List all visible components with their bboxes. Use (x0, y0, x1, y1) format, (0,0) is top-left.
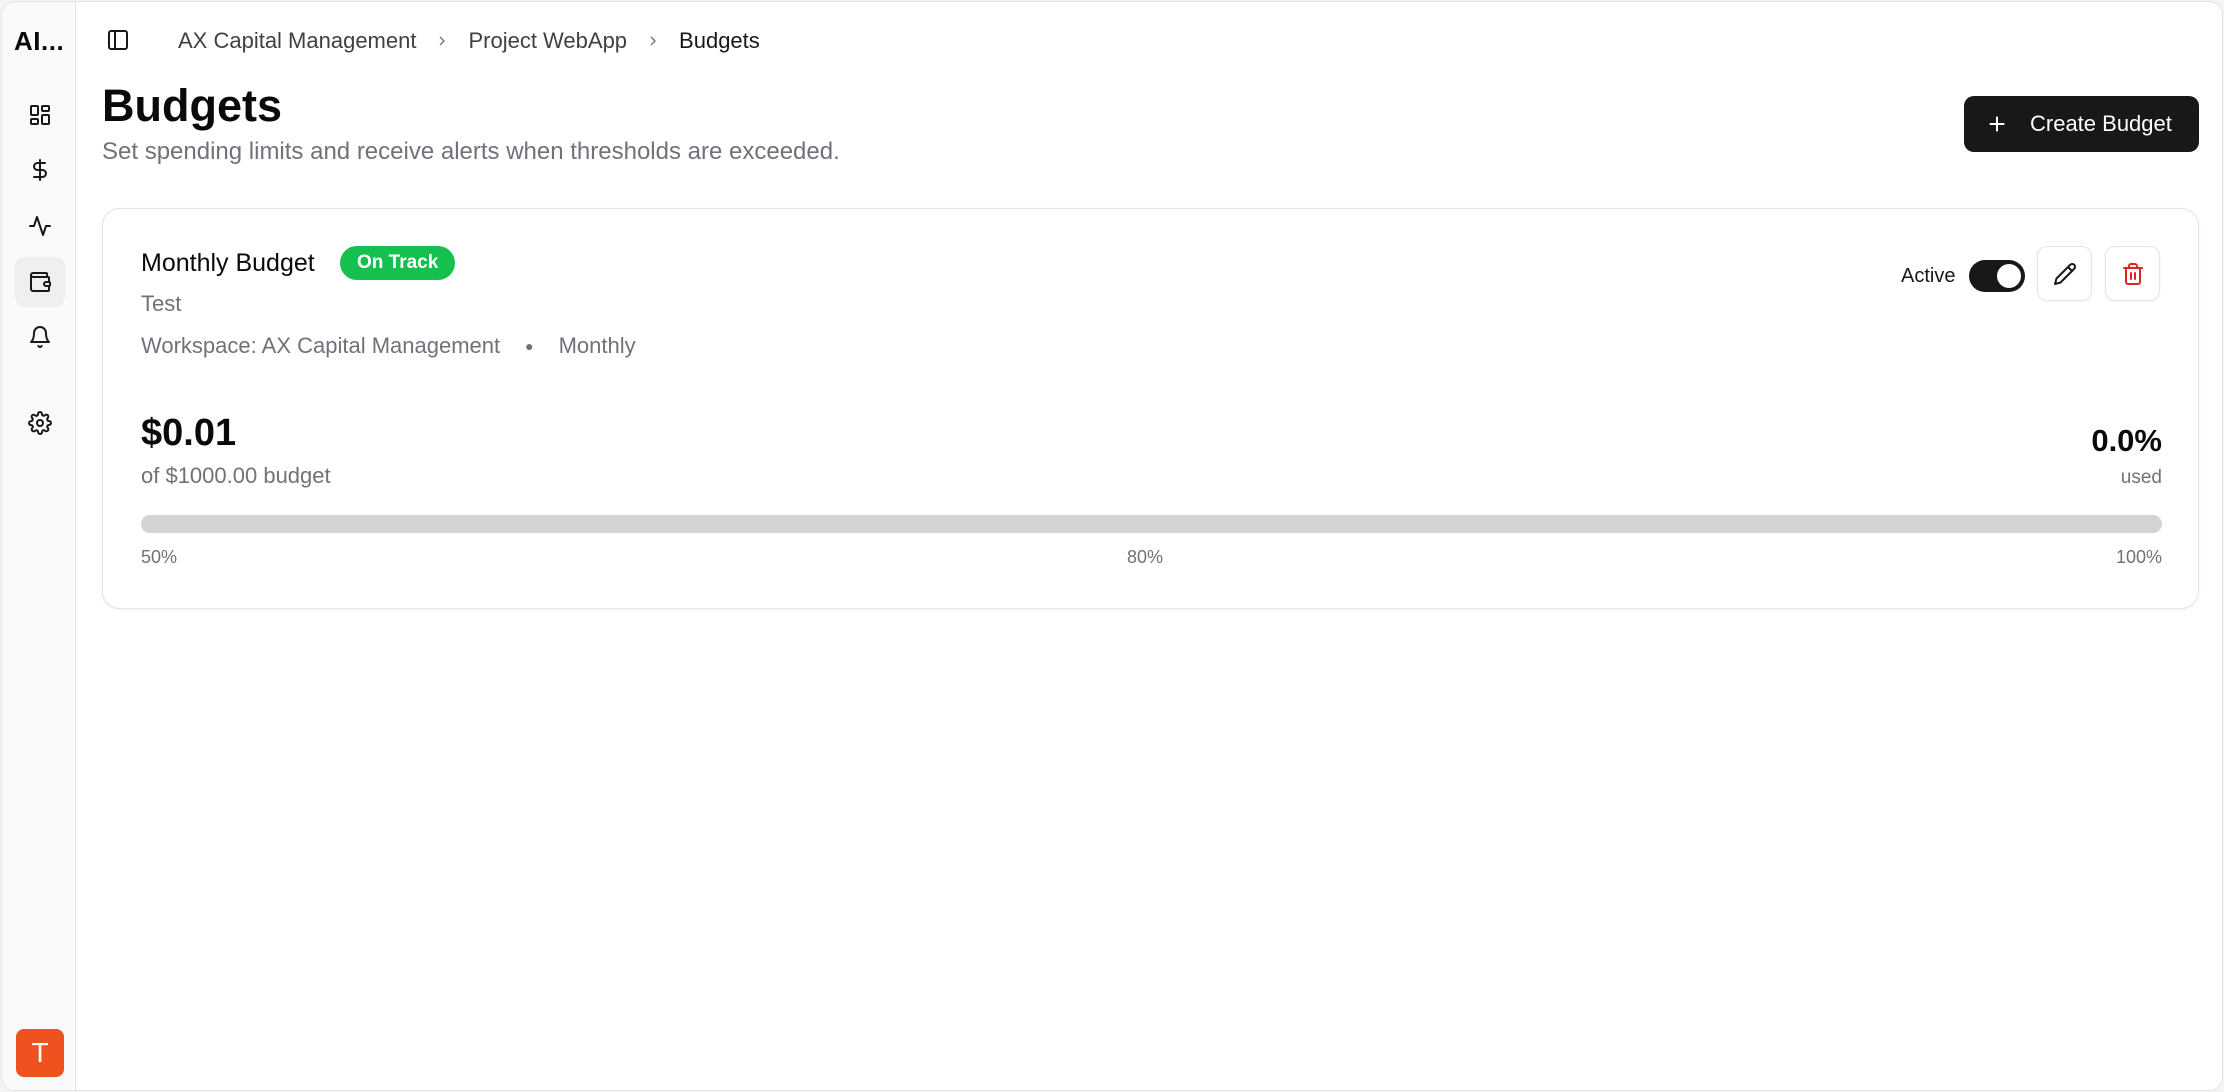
create-budget-label: Create Budget (2030, 111, 2172, 136)
panel-left-icon (108, 30, 128, 50)
breadcrumb: AX Capital Management Project WebApp Bud… (178, 28, 760, 54)
activity-icon (29, 216, 51, 236)
breadcrumb-current-page: Budgets (679, 28, 760, 53)
used-label: used (2120, 467, 2162, 488)
page-subtitle: Set spending limits and receive alerts w… (102, 138, 840, 165)
delete-budget-button[interactable] (2105, 246, 2160, 301)
pencil-icon (2053, 262, 2076, 285)
bell-icon (30, 326, 50, 348)
status-badge: On Track (340, 246, 456, 280)
brand-logo[interactable]: AI... (14, 26, 64, 57)
top-bar: AX Capital Management Project WebApp Bud… (76, 2, 2222, 80)
budget-card: Monthly Budget On Track Test Workspace: … (102, 208, 2199, 609)
threshold-100: 100% (2115, 547, 2162, 567)
breadcrumb-organization[interactable]: AX Capital Management (178, 28, 416, 54)
budget-meta: Workspace: AX Capital Management ● Month… (141, 333, 636, 359)
sidebar: AI... T (2, 2, 76, 1090)
chevron-right-icon (416, 33, 468, 49)
wallet-icon (30, 272, 51, 292)
budget-workspace: Workspace: AX Capital Management (141, 333, 501, 358)
toggle-knob (1997, 264, 2021, 288)
active-toggle[interactable] (1969, 260, 2025, 292)
budget-name: Monthly Budget (141, 249, 315, 277)
page-title: Budgets (102, 80, 282, 131)
avatar[interactable]: T (16, 1029, 64, 1077)
spent-amount: $0.01 (141, 412, 237, 454)
threshold-50: 50% (141, 547, 178, 567)
sidebar-item-costs[interactable] (15, 145, 65, 195)
budget-period: Monthly (558, 333, 636, 358)
percent-used: 0.0% (2091, 423, 2162, 458)
sidebar-toggle-button[interactable] (104, 26, 132, 54)
sidebar-item-activity[interactable] (15, 201, 65, 251)
breadcrumb-project[interactable]: Project WebApp (468, 28, 627, 54)
sidebar-item-budgets[interactable] (15, 257, 65, 307)
edit-budget-button[interactable] (2037, 246, 2092, 301)
budget-progress-bar (141, 515, 2162, 533)
sidebar-item-dashboard[interactable] (15, 90, 65, 140)
threshold-80: 80% (1127, 547, 1164, 567)
budget-total: of $1000.00 budget (141, 463, 331, 488)
chevron-right-icon (627, 33, 679, 49)
dollar-sign-icon (33, 159, 47, 181)
separator-dot: ● (525, 338, 534, 354)
sidebar-item-settings[interactable] (15, 398, 65, 448)
sidebar-item-alerts[interactable] (15, 312, 65, 362)
layout-dashboard-icon (30, 105, 50, 125)
plus-icon (1986, 113, 2008, 135)
app-window: AI... T AX Capital Management Project We… (1, 1, 2223, 1091)
create-budget-button[interactable]: Create Budget (1964, 96, 2199, 152)
trash-icon (2122, 262, 2143, 285)
gear-icon (28, 411, 52, 435)
active-label: Active (1901, 265, 1956, 287)
budget-description: Test (141, 291, 182, 316)
